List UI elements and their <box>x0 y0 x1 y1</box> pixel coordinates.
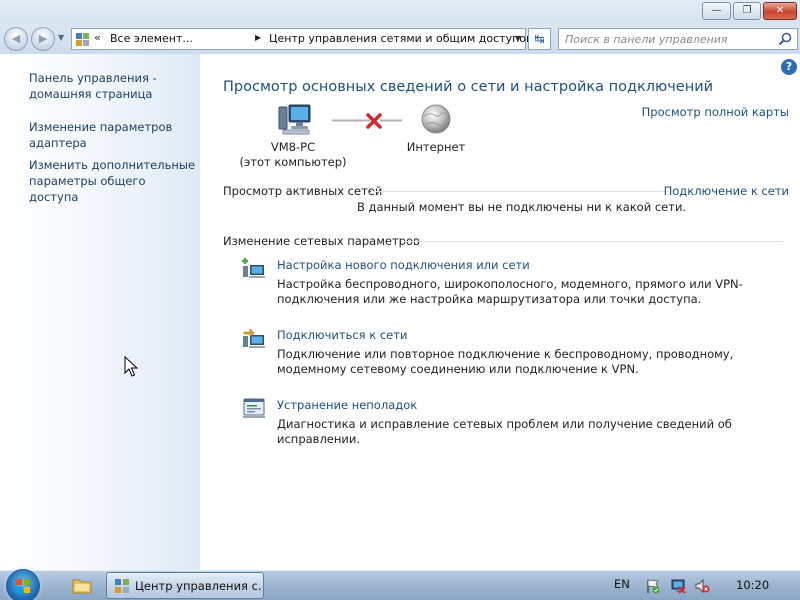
volume-muted-icon[interactable] <box>694 578 710 594</box>
search-icon[interactable] <box>778 32 792 46</box>
breadcrumb-all-items[interactable]: Все элемент... <box>110 32 193 45</box>
breadcrumb-separator-icon[interactable]: ▶ <box>255 33 261 42</box>
refresh-button[interactable]: ↹ <box>528 28 551 50</box>
troubleshoot-link[interactable]: Устранение неполадок <box>277 398 417 412</box>
setup-new-connection-description: Настройка беспроводного, широкополосного… <box>277 277 743 306</box>
sidebar-item-adapter-settings[interactable]: Изменение параметров адаптера <box>29 119 197 151</box>
computer-note: (этот компьютер) <box>239 155 347 169</box>
taskbar-button-label: Центр управления с... <box>135 579 261 593</box>
sidebar-item-sharing-settings[interactable]: Изменить дополнительные параметры общего… <box>29 157 197 205</box>
troubleshoot-description: Диагностика и исправление сетевых пробле… <box>277 417 732 446</box>
new-connection-icon[interactable] <box>242 257 266 279</box>
action-center-flag-icon[interactable] <box>645 578 661 594</box>
internet-globe-icon[interactable] <box>420 103 452 135</box>
windows-logo-icon <box>16 579 30 593</box>
mouse-cursor-icon <box>124 356 138 377</box>
computer-name: VM8-PC <box>270 140 316 154</box>
search-input[interactable] <box>565 32 770 46</box>
connect-to-network-link[interactable]: Подключение к сети <box>664 184 789 198</box>
address-bar[interactable]: « Все элемент... ▶ Центр управления сетя… <box>71 28 534 50</box>
forward-button[interactable]: ▶ <box>31 27 55 51</box>
sidebar: Панель управления - домашняя страница Из… <box>0 54 200 570</box>
sidebar-item-control-panel-home[interactable]: Панель управления - домашняя страница <box>29 70 197 102</box>
connection-line <box>380 119 402 122</box>
window-title-bar: — ❐ ✕ <box>0 0 800 24</box>
taskbar-button-network-center[interactable]: Центр управления с... <box>106 572 264 599</box>
page-title: Просмотр основных сведений о сети и наст… <box>223 79 714 95</box>
active-networks-heading: Просмотр активных сетей <box>223 184 383 198</box>
search-box[interactable] <box>558 28 798 50</box>
maximize-button[interactable]: ❐ <box>733 2 761 20</box>
address-dropdown-button[interactable]: ▼ <box>515 34 521 43</box>
internet-label: Интернет <box>406 140 466 154</box>
control-panel-icon <box>115 579 129 593</box>
no-network-message: В данный момент вы не подключены ни к ка… <box>357 200 687 214</box>
back-button[interactable]: ◀ <box>4 27 28 51</box>
explorer-folder-icon[interactable] <box>72 577 92 594</box>
main-content: ? Просмотр основных сведений о сети и на… <box>200 54 800 570</box>
clock[interactable]: 10:20 <box>736 578 769 592</box>
connect-to-network-description: Подключение или повторное подключение к … <box>277 347 734 376</box>
network-disconnected-icon[interactable] <box>670 578 686 594</box>
taskbar: Центр управления с... EN 10:20 <box>0 569 800 600</box>
computer-icon[interactable] <box>278 104 312 136</box>
help-icon[interactable]: ? <box>781 59 797 75</box>
breadcrumb-network-center[interactable]: Центр управления сетями и общим доступом <box>269 32 534 45</box>
breadcrumb-overflow-button[interactable]: « <box>94 31 101 44</box>
change-settings-heading: Изменение сетевых параметров <box>223 234 420 248</box>
start-button[interactable] <box>6 569 40 600</box>
full-map-link[interactable]: Просмотр полной карты <box>642 105 789 119</box>
section-divider <box>403 241 783 242</box>
language-indicator[interactable]: EN <box>614 577 630 591</box>
close-button[interactable]: ✕ <box>763 2 797 20</box>
section-divider <box>371 191 668 192</box>
setup-new-connection-link[interactable]: Настройка нового подключения или сети <box>277 258 530 272</box>
control-panel-icon <box>76 33 89 46</box>
connect-to-network-task-link[interactable]: Подключиться к сети <box>277 328 407 342</box>
recent-pages-button[interactable]: ▼ <box>58 33 64 42</box>
minimize-button[interactable]: — <box>702 2 731 20</box>
connect-network-icon[interactable] <box>242 327 266 349</box>
troubleshoot-icon[interactable] <box>242 397 266 419</box>
navigation-bar: ◀ ▶ ▼ « Все элемент... ▶ Центр управлени… <box>0 24 800 54</box>
computer-label: VM8-PC (этот компьютер) <box>238 140 348 170</box>
